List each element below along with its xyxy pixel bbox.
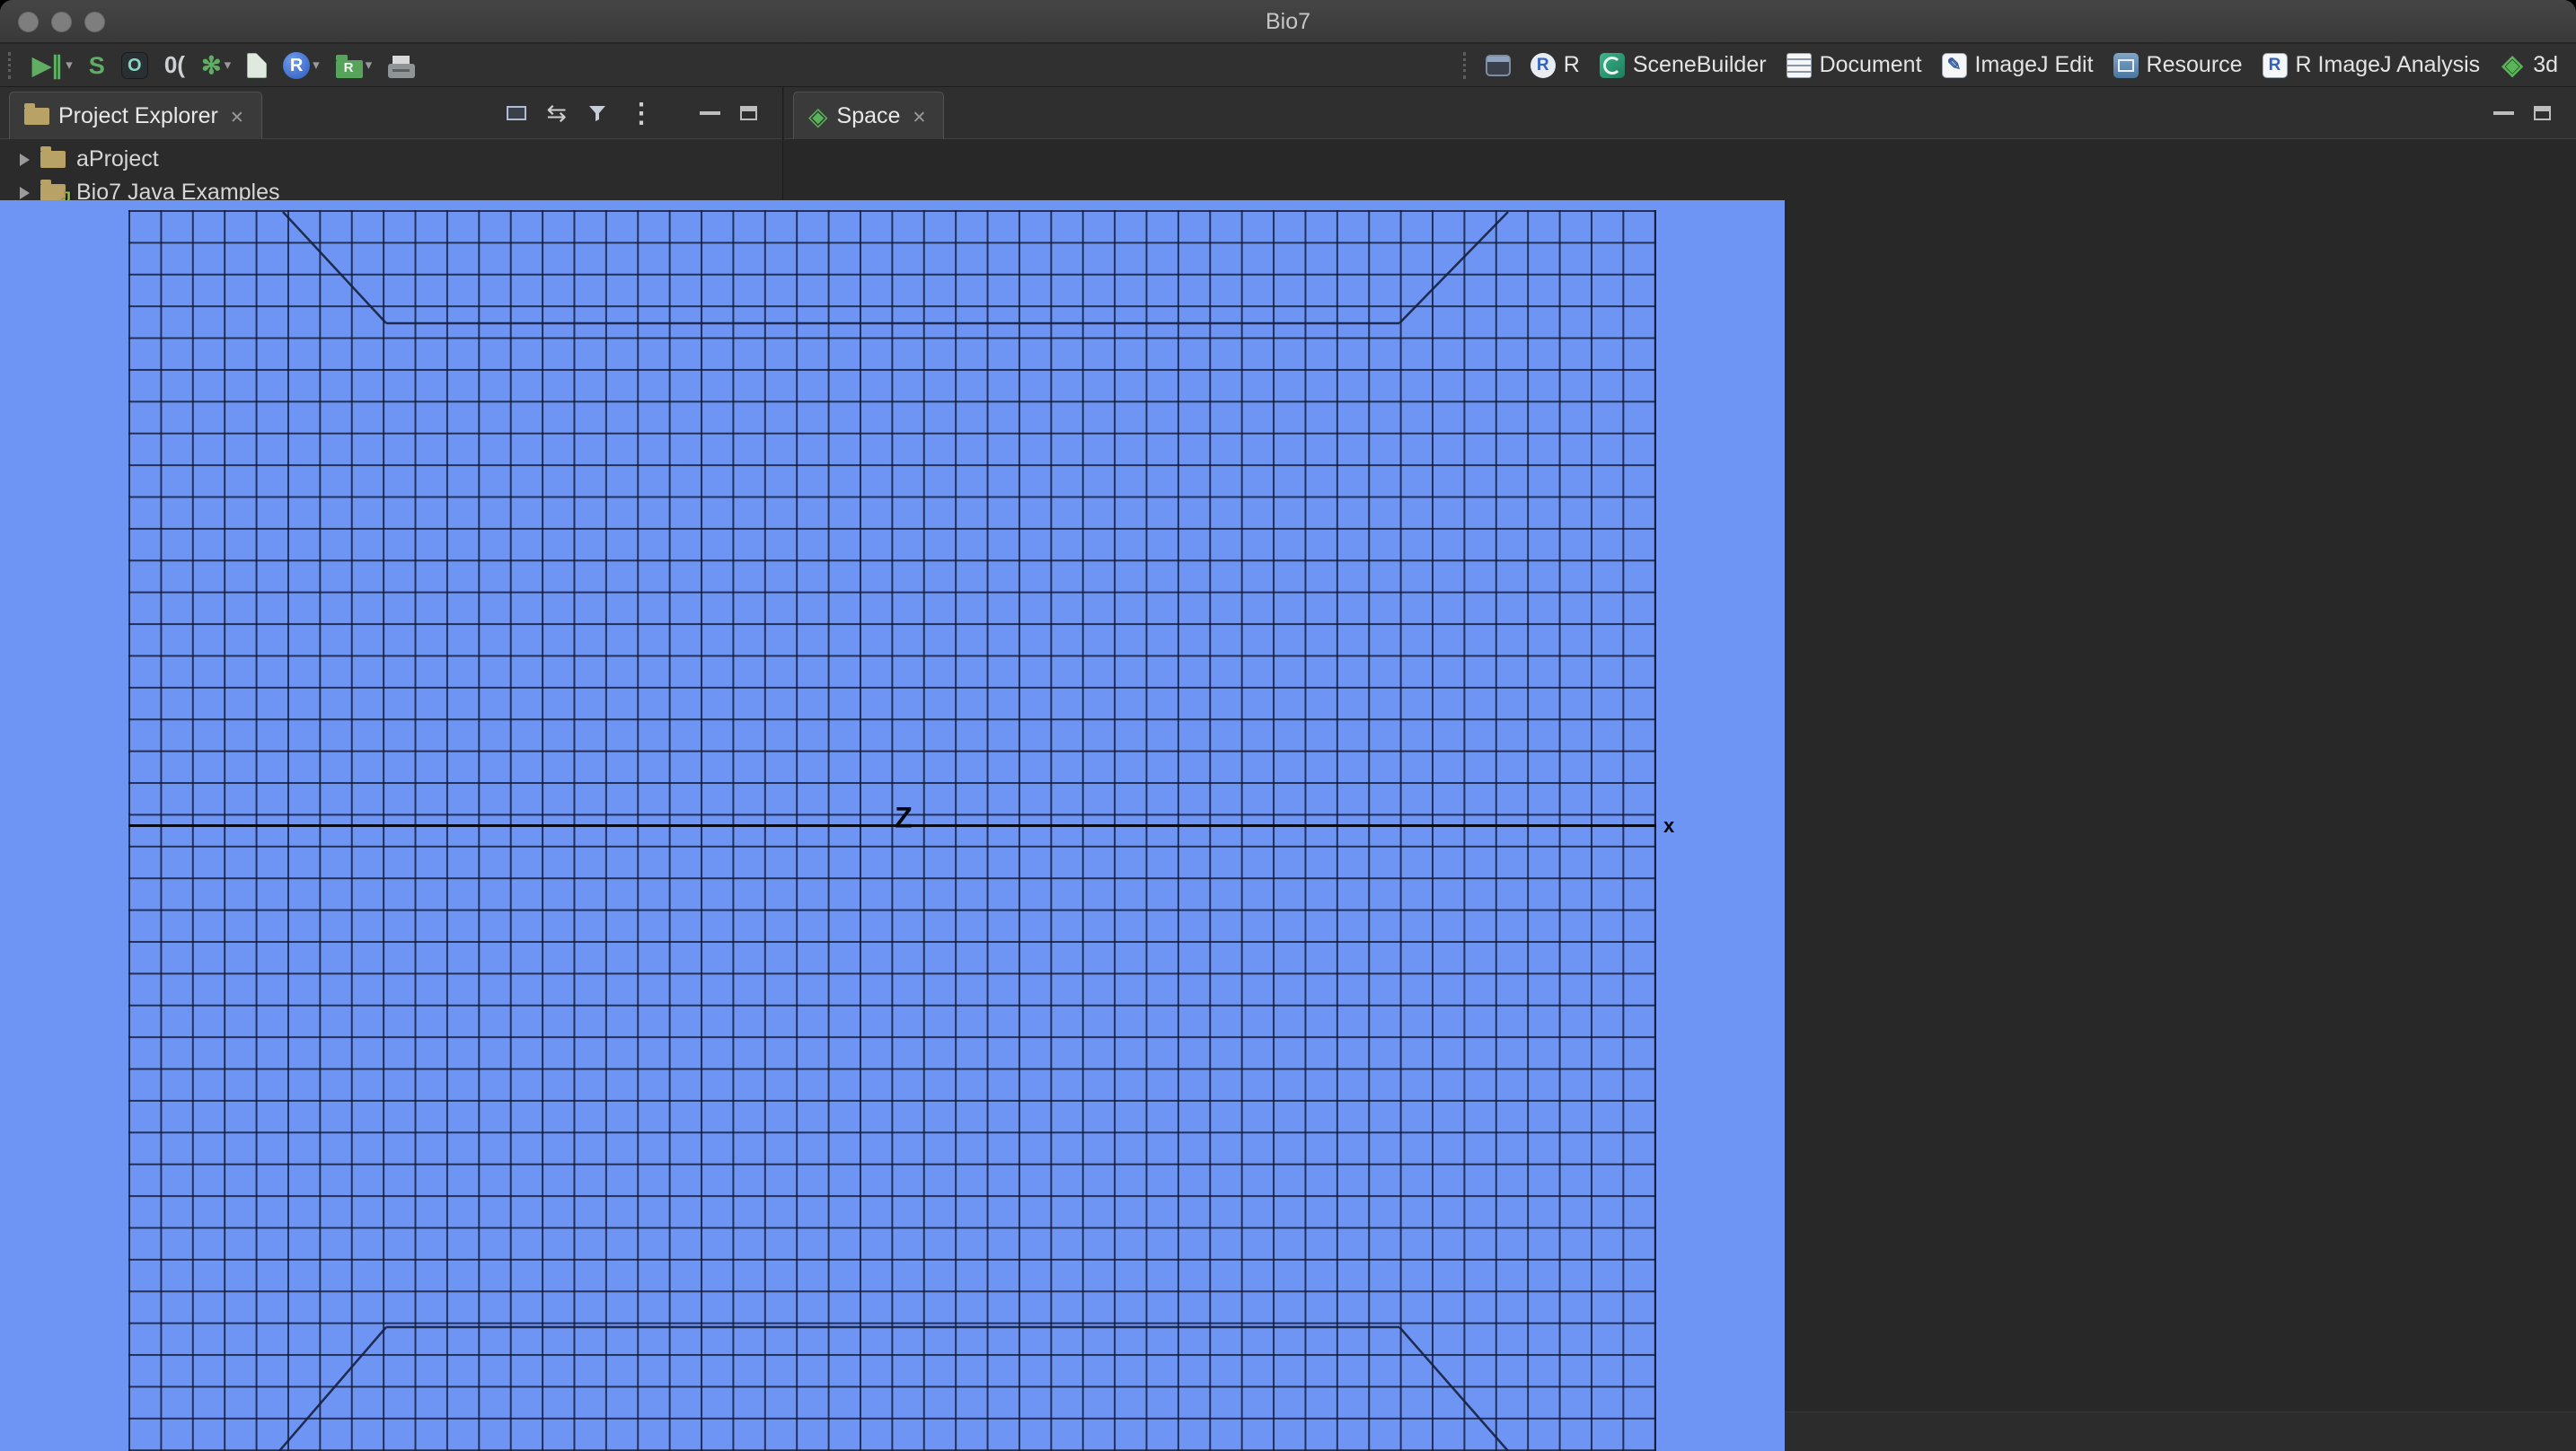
bio7-window: Bio7 ▶∥ S O 0( ✻ (0, 0, 2576, 1451)
zero-paren-icon: 0( (163, 51, 185, 78)
link-with-editor-icon[interactable] (502, 101, 527, 120)
perspective-bar: R R SceneBuilder Document ✎ ImageJ Edit … (1459, 48, 2576, 82)
tree-item-aproject[interactable]: aProject (0, 143, 782, 176)
flower-icon: ✻ (200, 51, 222, 79)
toolbar-left-group: ▶∥ S O 0( ✻ R (0, 49, 419, 81)
x-axis-label: x (1663, 814, 1675, 837)
s-icon: S (88, 51, 105, 79)
r-icon: R (283, 51, 311, 79)
threed-icon: ◈ (2501, 50, 2523, 80)
o-icon: O (120, 51, 148, 79)
close-icon[interactable] (909, 103, 929, 129)
perspective-button-resource[interactable]: Resource (2104, 48, 2252, 82)
r-folder-icon (335, 54, 363, 78)
main-toolbar: ▶∥ S O 0( ✻ R (0, 44, 2576, 87)
project-explorer-toolbar (502, 87, 757, 139)
project-tree: aProject Bio7 Java Examples (0, 139, 782, 209)
r-imagej-analysis-icon: R (2262, 52, 2288, 78)
title-bar: Bio7 (0, 0, 2576, 43)
bottom-trim-strip (1785, 1411, 2576, 1451)
chevron-down-icon[interactable] (313, 57, 320, 74)
tab-space[interactable]: Space (793, 92, 945, 139)
view-menu-icon[interactable] (628, 98, 655, 129)
r-folder-button[interactable] (332, 51, 376, 80)
wireframe-box-lines (278, 211, 1509, 1451)
minimize-view-icon[interactable] (700, 111, 720, 115)
perspective-label: R ImageJ Analysis (2295, 52, 2481, 77)
space-icon (808, 101, 828, 131)
close-icon[interactable] (227, 103, 247, 129)
open-perspective-icon (1485, 54, 1511, 76)
imagej-edit-icon: ✎ (1941, 52, 1967, 78)
project-explorer-tabbar: Project Explorer (0, 87, 782, 139)
new-file-button[interactable] (243, 51, 270, 80)
perspective-button-imagej-edit[interactable]: ✎ ImageJ Edit (1933, 48, 2103, 82)
minimize-view-icon[interactable] (2493, 111, 2514, 115)
open-perspective-button[interactable] (1477, 51, 1520, 80)
perspective-button-document[interactable]: Document (1778, 48, 1931, 82)
s-button[interactable]: S (85, 50, 109, 81)
flower-button[interactable]: ✻ (198, 50, 234, 81)
document-icon (1786, 52, 1812, 78)
r-console-button[interactable]: R (279, 50, 323, 81)
filter-icon[interactable] (587, 102, 608, 124)
zero-paren-button[interactable]: 0( (161, 49, 189, 81)
perspective-label: 3d (2533, 52, 2558, 77)
run-pause-icon: ▶∥ (32, 51, 64, 79)
expand-arrow-icon[interactable] (20, 186, 30, 199)
sync-icon[interactable] (546, 100, 567, 128)
space-3d-canvas[interactable]: Z x (0, 200, 1785, 1451)
perspective-label: R (1563, 52, 1580, 77)
z-axis-label: Z (895, 801, 913, 834)
project-folder-icon (40, 146, 66, 168)
perspective-button-r[interactable]: R R (1522, 48, 1589, 82)
space-toolbar (2493, 87, 2551, 139)
perspective-label: ImageJ Edit (1974, 52, 2094, 77)
chevron-down-icon[interactable] (66, 57, 73, 74)
r-perspective-icon: R (1530, 52, 1556, 78)
printer-icon (388, 55, 416, 78)
o-button[interactable]: O (118, 50, 152, 81)
space-tabbar: Space (784, 87, 2576, 139)
tab-label: Space (836, 102, 901, 128)
expand-arrow-icon[interactable] (20, 153, 30, 166)
print-button[interactable] (384, 51, 419, 80)
perspective-button-3d[interactable]: ◈ 3d (2491, 48, 2567, 82)
perspective-label: SceneBuilder (1632, 52, 1767, 77)
perspective-button-scenebuilder[interactable]: SceneBuilder (1591, 48, 1776, 82)
file-icon (247, 52, 268, 78)
scenebuilder-icon (1599, 52, 1625, 78)
chevron-down-icon[interactable] (366, 57, 373, 74)
toolbar-drag-handle[interactable] (8, 51, 15, 79)
perspective-label: Resource (2146, 52, 2243, 77)
maximize-view-icon[interactable] (2534, 106, 2551, 120)
window-title: Bio7 (1265, 9, 1311, 34)
perspective-label: Document (1819, 52, 1922, 77)
resource-icon (2113, 52, 2139, 78)
tab-project-explorer[interactable]: Project Explorer (9, 92, 262, 139)
maximize-view-icon[interactable] (740, 106, 757, 120)
tab-label: Project Explorer (58, 102, 218, 128)
tree-item-label: aProject (76, 146, 159, 171)
run-pause-button[interactable]: ▶∥ (29, 50, 76, 81)
chevron-down-icon[interactable] (225, 57, 232, 74)
java-project-folder-icon (40, 180, 71, 207)
toolbar-drag-handle[interactable] (1462, 51, 1470, 79)
perspective-button-r-imagej-analysis[interactable]: R R ImageJ Analysis (2254, 48, 2490, 82)
project-explorer-icon (24, 102, 49, 125)
